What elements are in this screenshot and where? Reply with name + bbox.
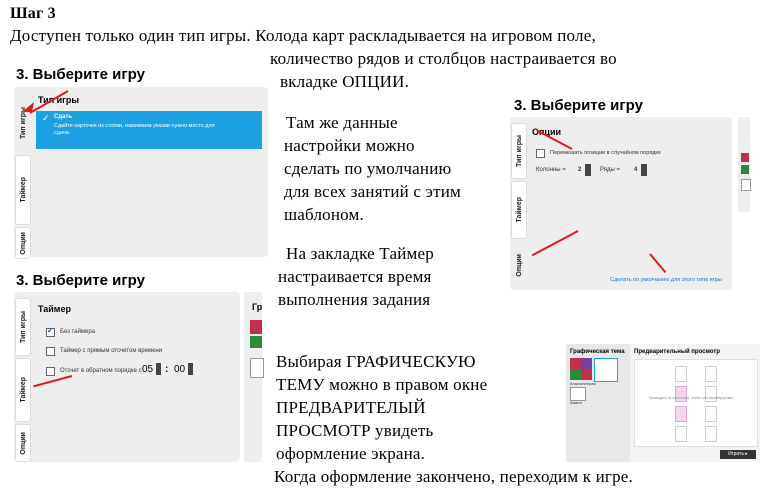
shot1-title: 3. Выберите игру [16,66,145,83]
swatch [250,336,262,348]
check-icon: ✓ [42,113,50,123]
shot3-title: 3. Выберите игру [16,272,145,289]
shot2-tab-timer[interactable]: Таймер [511,181,527,239]
final-line: Когда оформление закончено, переходим к … [274,467,634,486]
shot3-tab-options[interactable]: Опции [15,424,31,462]
shuffle-label: Перемешать позиции в случайном порядке [550,150,661,156]
preview-hint: Проведите по карточкам, чтобы они переве… [649,396,734,400]
shot1-option-desc2: сдачи. [54,130,71,136]
minutes-value[interactable]: 05 [142,364,153,375]
shot2-panel: Тип игры Таймер Опции Опции Перемешать п… [510,117,732,290]
shot2-tab-options[interactable]: Опции [511,241,527,289]
no-timer-checkbox[interactable] [46,326,55,337]
forward-timer-label: Таймер с прямым отсчетом времени [60,348,163,354]
arrow-head-icon [22,102,34,112]
intro-line2: количество рядов и столбцов настраиваетс… [270,49,617,68]
forward-timer-checkbox[interactable] [46,347,55,356]
shot1-tab-timer[interactable]: Таймер [15,155,31,225]
timer-line1: На закладке Таймер [286,244,434,263]
shot2-title: 3. Выберите игру [514,97,643,114]
countdown-checkbox[interactable] [46,367,55,376]
columns-stepper[interactable] [585,164,591,176]
no-timer-label: Без таймера [60,329,96,335]
defaults-line3: сделать по умолчанию [284,159,452,178]
shot1-option-desc1: Сдайте карточки из стопки, нажимаем указ… [54,123,215,129]
seconds-value[interactable]: 00 [174,364,185,375]
shot3-tab-timer[interactable]: Таймер [15,358,31,422]
shot1-option-card[interactable]: ✓ Сдать Сдайте карточки из стопки, нажим… [36,111,262,149]
theme-line3: ПРЕДВАРИТЕЛЫЙ [276,398,426,417]
theme-line4: ПРОСМОТР увидеть [276,421,434,440]
theme-line1: Выбирая ГРАФИЧЕСКУЮ [276,352,476,371]
rows-label: Ряды = [600,167,621,173]
defaults-line4: для всех занятий с этим [284,182,461,201]
shot3-tab-type[interactable]: Тип игры [15,298,31,356]
defaults-line5: шаблоном. [284,205,364,224]
theme-thumb-stones[interactable] [594,358,618,382]
intro-line1: Доступен только один тип игры. Колода ка… [10,26,596,45]
swatch [250,358,264,378]
default-link[interactable]: Сделать по умолчанию для этого типа игры [610,277,722,283]
theme-title: Графическая тема [570,349,625,355]
shot3-panel: Тип игры Таймер Опции Таймер Без таймера… [14,292,240,462]
theme-thumb-3[interactable] [570,387,586,401]
step-title: Шаг 3 [10,5,56,22]
seconds-stepper[interactable] [188,363,193,375]
defaults-line1: Там же данные [286,113,398,132]
theme-thumb-classic[interactable] [570,358,592,380]
shot1-option-title: Сдать [54,114,73,120]
theme-item2: Камни [570,400,582,405]
countdown-label: Отсчет в обратном порядке с [60,368,142,374]
preview-title: Предварительный просмотр [634,349,720,355]
shot3-section-title: Таймер [38,304,71,314]
defaults-line2: настройки можно [284,136,415,155]
shot3-side-label: Гр [252,302,263,312]
intro-line3: вкладке ОПЦИИ. [280,72,410,91]
preview-board: Проведите по карточкам, чтобы они переве… [634,359,758,447]
rows-value: 4 [634,167,638,173]
swatch [741,179,751,191]
swatch [250,320,262,334]
play-button[interactable]: Играть ▸ [720,450,756,459]
shot3-side-panel: Гр [244,292,264,462]
shot2-tab-type[interactable]: Тип игры [511,123,527,179]
swatch [741,153,749,162]
rows-stepper[interactable] [641,164,647,176]
shot4-panel: Графическая тема Классическая Камни Пред… [566,344,760,462]
columns-value: 2 [578,167,582,173]
play-button-label: Играть [728,451,744,457]
shot2-side-panel [738,117,751,212]
minutes-stepper[interactable] [156,363,161,375]
columns-label: Колонны = [536,167,566,173]
timer-line2: настраивается время [278,267,432,286]
time-separator: : [165,364,169,375]
preview-panel: Предварительный просмотр Проведите по ка… [630,344,760,462]
theme-line2: ТЕМУ можно в правом окне [276,375,488,394]
timer-line3: выполнения задания [278,290,431,309]
shot1-panel: Тип игры Таймер Опции Тип игры ✓ Сдать С… [14,87,268,259]
theme-line5: оформление экрана. [276,444,426,463]
shuffle-checkbox[interactable] [536,149,545,158]
theme-item1: Классическая [570,381,596,386]
swatch [741,165,749,174]
shot1-tab-options[interactable]: Опции [15,227,31,259]
